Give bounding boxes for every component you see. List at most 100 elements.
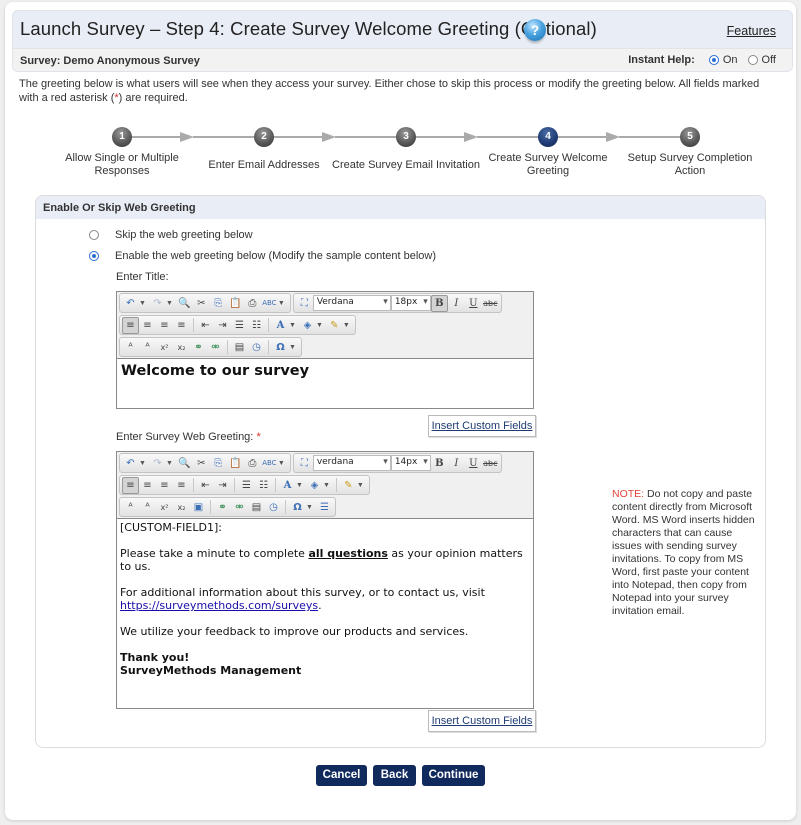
justify-icon[interactable]: ≡	[173, 477, 190, 494]
survey-link[interactable]: https://surveymethods.com/surveys	[120, 599, 318, 612]
superscript-text-icon[interactable]: ᴬ	[122, 339, 139, 356]
greeting-input[interactable]: [CUSTOM-FIELD1]: Please take a minute to…	[117, 518, 533, 708]
superscript-icon[interactable]: x²	[156, 499, 173, 516]
instant-help-off-radio[interactable]: Off	[747, 54, 776, 66]
features-link[interactable]: Features	[727, 24, 776, 38]
insert-time-icon[interactable]: ◷	[265, 499, 282, 516]
italic-icon[interactable]: I	[448, 295, 465, 312]
indent-icon[interactable]: ⇥	[214, 317, 231, 334]
spellcheck-icon[interactable]: ABC	[261, 295, 278, 312]
font-size-select[interactable]: 14px	[390, 455, 431, 471]
background-color-icon[interactable]: ◈	[299, 317, 316, 334]
fullscreen-icon[interactable]: ⛶	[296, 295, 313, 312]
template-icon[interactable]: ▤	[248, 499, 265, 516]
special-character-dropdown-icon[interactable]: ▼	[289, 344, 296, 351]
numbered-list-icon[interactable]: ☷	[248, 317, 265, 334]
numbered-list-icon[interactable]: ☷	[255, 477, 272, 494]
radio-off[interactable]	[747, 55, 758, 65]
spellcheck-dropdown-icon[interactable]: ▼	[278, 300, 285, 307]
insert-custom-fields-button-greeting[interactable]: Insert Custom Fields	[428, 710, 536, 732]
bold-icon[interactable]: B	[431, 455, 448, 472]
subscript-icon[interactable]: x₂	[173, 499, 190, 516]
subscript-text-icon[interactable]: ᴬ	[139, 499, 156, 516]
fullscreen-icon[interactable]: ⛶	[296, 455, 313, 472]
font-color-dropdown-icon[interactable]: ▼	[296, 482, 303, 489]
undo-icon[interactable]: ↶	[122, 295, 139, 312]
font-family-select[interactable]: Verdana	[312, 295, 391, 311]
align-center-icon[interactable]: ≡	[139, 477, 156, 494]
bullet-list-icon[interactable]: ☰	[231, 317, 248, 334]
clean-format-dropdown-icon[interactable]: ▼	[343, 322, 350, 329]
title-input[interactable]: Welcome to our survey	[117, 358, 533, 408]
bullet-list-icon[interactable]: ☰	[238, 477, 255, 494]
clean-format-icon[interactable]: ✎	[326, 317, 343, 334]
special-character-dropdown-icon[interactable]: ▼	[306, 504, 313, 511]
cancel-button[interactable]: Cancel	[316, 765, 367, 786]
special-character-icon[interactable]: Ω	[272, 339, 289, 356]
background-color-dropdown-icon[interactable]: ▼	[316, 322, 323, 329]
font-family-select[interactable]: verdana	[312, 455, 391, 471]
indent-icon[interactable]: ⇥	[214, 477, 231, 494]
continue-button[interactable]: Continue	[422, 765, 485, 786]
subscript-icon[interactable]: x₂	[173, 339, 190, 356]
help-icon[interactable]: ?	[524, 19, 546, 41]
paste-icon[interactable]: 📋	[227, 455, 244, 472]
enable-greeting-radio[interactable]	[89, 251, 99, 261]
skip-greeting-option[interactable]: Skip the web greeting below	[89, 229, 253, 241]
background-color-dropdown-icon[interactable]: ▼	[323, 482, 330, 489]
font-color-dropdown-icon[interactable]: ▼	[289, 322, 296, 329]
redo-dropdown-icon[interactable]: ▼	[166, 300, 173, 307]
clean-format-icon[interactable]: ✎	[340, 477, 357, 494]
underline-icon[interactable]: U	[465, 295, 482, 312]
insert-custom-fields-button-title[interactable]: Insert Custom Fields	[428, 415, 536, 437]
insert-link-icon[interactable]: ⚭	[190, 339, 207, 356]
align-center-icon[interactable]: ≡	[139, 317, 156, 334]
enable-greeting-option[interactable]: Enable the web greeting below (Modify th…	[89, 250, 436, 262]
find-icon[interactable]: 🔍	[176, 295, 193, 312]
redo-icon[interactable]: ↷	[149, 295, 166, 312]
outdent-icon[interactable]: ⇤	[197, 317, 214, 334]
unlink-icon[interactable]: ⚮	[207, 339, 224, 356]
align-right-icon[interactable]: ≡	[156, 477, 173, 494]
align-left-icon[interactable]: ≡	[122, 476, 139, 494]
copy-icon[interactable]: ⎘	[210, 295, 227, 312]
insert-time-icon[interactable]: ◷	[248, 339, 265, 356]
align-right-icon[interactable]: ≡	[156, 317, 173, 334]
underline-icon[interactable]: U	[465, 455, 482, 472]
insert-image-icon[interactable]: ▣	[190, 499, 207, 516]
strikethrough-icon[interactable]: abc	[482, 295, 499, 312]
cut-icon[interactable]: ✂	[193, 295, 210, 312]
bold-icon[interactable]: B	[430, 294, 448, 312]
unlink-icon[interactable]: ⚮	[231, 499, 248, 516]
back-button[interactable]: Back	[373, 765, 416, 786]
redo-dropdown-icon[interactable]: ▼	[166, 460, 173, 467]
font-color-icon[interactable]: A	[279, 477, 296, 494]
special-character-icon[interactable]: Ω	[289, 499, 306, 516]
justify-icon[interactable]: ≡	[173, 317, 190, 334]
background-color-icon[interactable]: ◈	[306, 477, 323, 494]
italic-icon[interactable]: I	[448, 455, 465, 472]
font-size-select[interactable]: 18px	[390, 295, 431, 311]
paste-icon[interactable]: 📋	[227, 295, 244, 312]
outdent-icon[interactable]: ⇤	[197, 477, 214, 494]
skip-greeting-radio[interactable]	[89, 230, 99, 240]
insert-link-icon[interactable]: ⚭	[214, 499, 231, 516]
undo-dropdown-icon[interactable]: ▼	[139, 300, 146, 307]
font-color-icon[interactable]: A	[272, 317, 289, 334]
find-icon[interactable]: 🔍	[176, 455, 193, 472]
print-icon[interactable]: ⎙	[244, 295, 261, 312]
superscript-text-icon[interactable]: ᴬ	[122, 499, 139, 516]
radio-on[interactable]	[708, 55, 719, 65]
spellcheck-icon[interactable]: ABC	[261, 455, 278, 472]
align-left-icon[interactable]: ≡	[122, 316, 139, 334]
print-icon[interactable]: ⎙	[244, 455, 261, 472]
template-icon[interactable]: ▤	[231, 339, 248, 356]
instant-help-on-radio[interactable]: On	[708, 54, 738, 66]
undo-dropdown-icon[interactable]: ▼	[139, 460, 146, 467]
redo-icon[interactable]: ↷	[149, 455, 166, 472]
undo-icon[interactable]: ↶	[122, 455, 139, 472]
clean-format-dropdown-icon[interactable]: ▼	[357, 482, 364, 489]
superscript-icon[interactable]: x²	[156, 339, 173, 356]
spellcheck-dropdown-icon[interactable]: ▼	[278, 460, 285, 467]
copy-icon[interactable]: ⎘	[210, 455, 227, 472]
